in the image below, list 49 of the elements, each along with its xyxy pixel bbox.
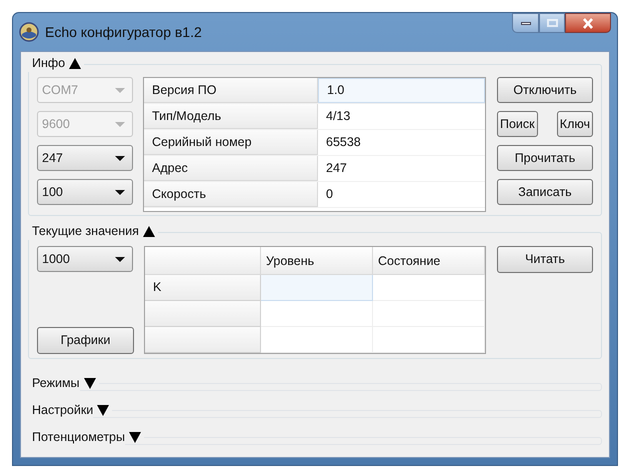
dropdown-arrow-icon [115,122,125,126]
row-header: Серийный номер [144,130,318,155]
dropdown[interactable]: 100 [37,179,133,205]
table-cell[interactable]: 4/13 [318,104,485,129]
button[interactable]: Читать [497,246,593,273]
dropdown-arrow-icon [115,256,125,262]
dropdown: 9600 [37,111,133,137]
table-cell[interactable] [261,327,373,353]
button[interactable]: Отключить [497,77,593,103]
row-header: K [145,275,261,301]
collapse-arrow-icon[interactable] [69,58,82,68]
dropdown-arrow-icon [115,88,125,92]
column-header: Состояние [373,247,485,275]
table-cell[interactable]: 1.0 [318,78,485,103]
button[interactable]: Прочитать [497,145,593,171]
button[interactable]: Поиск [497,111,538,137]
expand-arrow-icon[interactable] [97,404,110,416]
maximize-icon [546,19,558,27]
minimize-button[interactable] [512,13,539,33]
dropdown: COM7 [37,77,133,103]
collapse-arrow-icon[interactable] [142,226,155,236]
table-cell[interactable]: 247 [318,156,485,181]
row-header: Версия ПО [144,78,318,103]
row-header: Скорость [144,182,318,207]
app-icon [19,22,39,42]
row-header: Адрес [144,156,318,181]
expand-arrow-icon[interactable] [84,378,96,388]
dropdown-arrow-icon [115,190,125,194]
table-cell[interactable] [373,301,485,327]
table-cell[interactable]: 65538 [318,130,485,155]
maximize-button[interactable] [539,13,565,33]
row-header: Тип/Модель [144,104,318,129]
expand-arrow-icon[interactable] [129,432,141,442]
table-cell[interactable] [373,327,485,353]
dropdown[interactable]: 247 [37,145,133,171]
button[interactable]: Ключ [556,111,593,137]
button[interactable]: Графики [37,327,134,354]
table-cell[interactable] [261,275,373,301]
dropdown-arrow-icon [115,156,125,160]
close-icon [582,18,594,28]
table-cell[interactable]: 0 [318,182,485,207]
close-button[interactable] [565,13,611,33]
table-cell[interactable] [373,275,485,301]
window-title: Echo конфигуратор в1.2 [45,22,202,42]
column-header: Уровень [261,247,373,275]
button[interactable]: Записать [497,179,593,205]
table-cell[interactable] [261,301,373,327]
dropdown[interactable]: 1000 [37,246,133,272]
minimize-icon [520,22,530,24]
